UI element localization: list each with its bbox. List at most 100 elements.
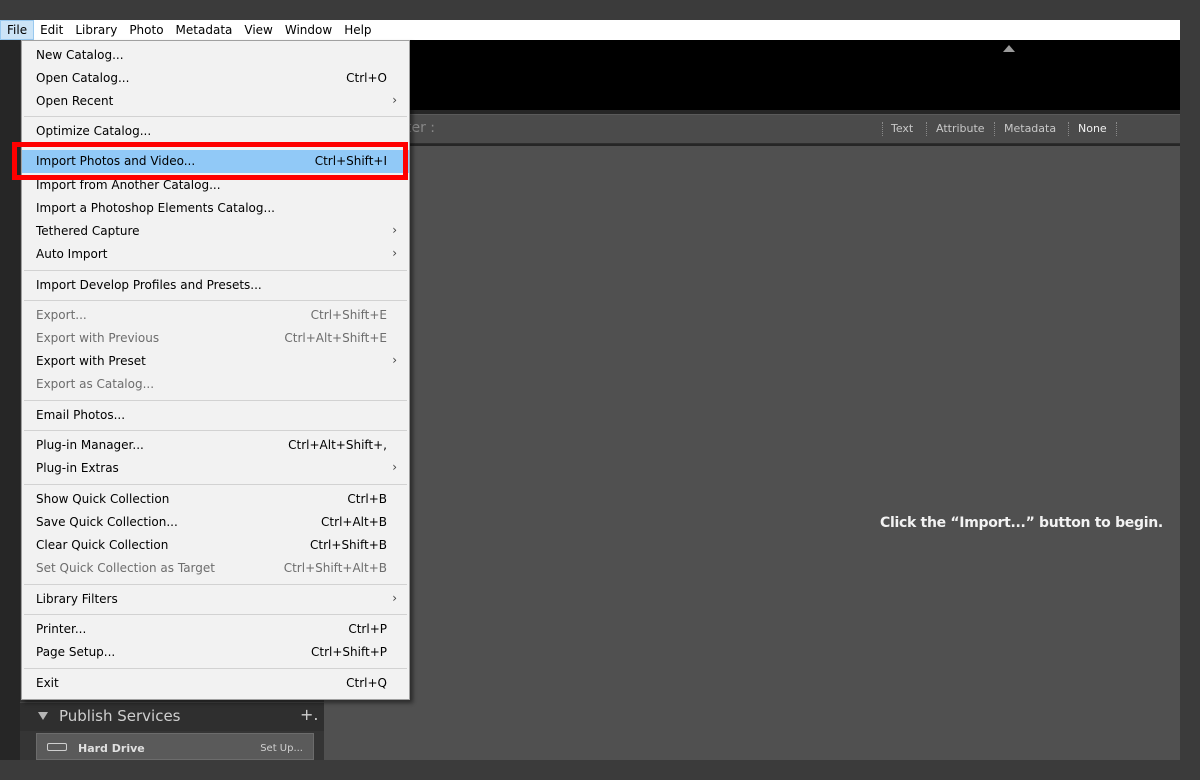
menu-item-label: Export with Previous xyxy=(36,331,160,345)
filter-attribute[interactable]: Attribute xyxy=(936,122,985,135)
menu-item-label: Open Catalog... xyxy=(36,71,130,85)
hard-drive-label: Hard Drive xyxy=(78,742,145,755)
menu-item-shortcut: Ctrl+Alt+B xyxy=(321,515,387,529)
menu-item-shortcut: Ctrl+B xyxy=(347,492,387,506)
menu-metadata[interactable]: Metadata xyxy=(170,20,239,40)
menu-item-optimize-catalog[interactable]: Optimize Catalog... xyxy=(22,120,409,143)
filter-separator xyxy=(882,122,884,136)
menu-item-plugin-manager[interactable]: Plug-in Manager... Ctrl+Alt+Shift+, xyxy=(22,434,409,457)
menu-item-label: Tethered Capture xyxy=(36,224,140,238)
menu-library[interactable]: Library xyxy=(69,20,123,40)
menu-item-shortcut: Ctrl+Alt+Shift+, xyxy=(288,438,387,452)
menu-window[interactable]: Window xyxy=(279,20,338,40)
menu-item-email-photos[interactable]: Email Photos... xyxy=(22,404,409,427)
menu-item-shortcut: Ctrl+Alt+Shift+E xyxy=(284,331,387,345)
panel-collapse-icon[interactable] xyxy=(1003,45,1015,52)
menu-item-label: Clear Quick Collection xyxy=(36,538,169,552)
menu-item-library-filters[interactable]: Library Filters › xyxy=(22,588,409,611)
menu-file[interactable]: File xyxy=(0,20,35,40)
menu-item-label: Printer... xyxy=(36,622,87,636)
highlight-annotation-box xyxy=(12,142,408,180)
menu-item-label: Email Photos... xyxy=(36,408,126,422)
menu-item-label: Save Quick Collection... xyxy=(36,515,178,529)
publish-services-title: Publish Services xyxy=(59,707,181,725)
menu-item-clear-quick-collection[interactable]: Clear Quick Collection Ctrl+Shift+B xyxy=(22,534,409,557)
menu-item-label: Optimize Catalog... xyxy=(36,124,152,138)
filter-separator xyxy=(1068,122,1070,136)
menu-item-shortcut: Ctrl+O xyxy=(346,71,387,85)
submenu-arrow-icon: › xyxy=(392,246,397,260)
menu-item-label: Export as Catalog... xyxy=(36,377,155,391)
menu-view[interactable]: View xyxy=(238,20,278,40)
submenu-arrow-icon: › xyxy=(392,353,397,367)
menu-separator xyxy=(24,300,407,301)
menu-separator xyxy=(24,270,407,271)
menu-item-import-develop-profiles[interactable]: Import Develop Profiles and Presets... xyxy=(22,274,409,297)
menu-item-shortcut: Ctrl+Shift+E xyxy=(310,308,387,322)
menu-separator xyxy=(24,484,407,485)
menu-item-shortcut: Ctrl+Shift+P xyxy=(311,645,387,659)
menu-help[interactable]: Help xyxy=(338,20,377,40)
menu-separator xyxy=(24,430,407,431)
menu-item-export: Export... Ctrl+Shift+E xyxy=(22,304,409,327)
menu-separator xyxy=(24,116,407,117)
collapse-triangle-icon[interactable] xyxy=(38,712,48,720)
publish-hard-drive[interactable]: Hard Drive Set Up... xyxy=(36,733,314,760)
menu-photo[interactable]: Photo xyxy=(123,20,169,40)
menu-item-label: New Catalog... xyxy=(36,48,124,62)
hard-drive-setup-button[interactable]: Set Up... xyxy=(260,743,303,754)
menu-item-new-catalog[interactable]: New Catalog... xyxy=(22,44,409,67)
filter-label: ter : xyxy=(406,120,436,136)
submenu-arrow-icon: › xyxy=(392,460,397,474)
menu-item-tethered-capture[interactable]: Tethered Capture › xyxy=(22,220,409,243)
menu-item-shortcut: Ctrl+Q xyxy=(346,676,387,690)
submenu-arrow-icon: › xyxy=(392,223,397,237)
filter-metadata[interactable]: Metadata xyxy=(1004,122,1056,135)
menu-item-import-photoshop-elements-catalog[interactable]: Import a Photoshop Elements Catalog... xyxy=(22,197,409,220)
submenu-arrow-icon: › xyxy=(392,591,397,605)
menu-item-label: Open Recent xyxy=(36,94,114,108)
menu-item-open-catalog[interactable]: Open Catalog... Ctrl+O xyxy=(22,67,409,90)
top-panel xyxy=(324,40,1180,110)
add-publish-service-icon[interactable]: +. xyxy=(300,705,319,724)
menu-item-export-with-previous: Export with Previous Ctrl+Alt+Shift+E xyxy=(22,327,409,350)
menu-item-shortcut: Ctrl+Shift+Alt+B xyxy=(283,561,387,575)
filter-text[interactable]: Text xyxy=(891,122,913,135)
menu-item-page-setup[interactable]: Page Setup... Ctrl+Shift+P xyxy=(22,641,409,664)
menu-item-exit[interactable]: Exit Ctrl+Q xyxy=(22,672,409,695)
menu-separator xyxy=(24,584,407,585)
menu-item-label: Plug-in Manager... xyxy=(36,438,144,452)
menu-item-plugin-extras[interactable]: Plug-in Extras › xyxy=(22,457,409,480)
empty-grid-message: Click the “Import...” button to begin. xyxy=(880,515,1163,531)
menu-edit[interactable]: Edit xyxy=(34,20,69,40)
menu-item-label: Import Develop Profiles and Presets... xyxy=(36,278,262,292)
filter-separator xyxy=(994,122,996,136)
menu-item-save-quick-collection[interactable]: Save Quick Collection... Ctrl+Alt+B xyxy=(22,511,409,534)
filter-none[interactable]: None xyxy=(1078,122,1107,135)
menu-item-label: Plug-in Extras xyxy=(36,461,119,475)
filter-separator xyxy=(1116,122,1118,136)
menu-separator xyxy=(24,614,407,615)
menu-separator xyxy=(24,668,407,669)
menu-item-label: Auto Import xyxy=(36,247,108,261)
menu-item-printer[interactable]: Printer... Ctrl+P xyxy=(22,618,409,641)
filter-separator xyxy=(926,122,928,136)
menu-item-open-recent[interactable]: Open Recent › xyxy=(22,90,409,113)
menu-bar: File Edit Library Photo Metadata View Wi… xyxy=(0,20,1180,40)
menu-item-label: Import from Another Catalog... xyxy=(36,178,221,192)
menu-item-export-as-catalog: Export as Catalog... xyxy=(22,373,409,396)
menu-item-shortcut: Ctrl+P xyxy=(348,622,387,636)
menu-item-label: Page Setup... xyxy=(36,645,116,659)
menu-item-label: Library Filters xyxy=(36,592,118,606)
menu-item-show-quick-collection[interactable]: Show Quick Collection Ctrl+B xyxy=(22,488,409,511)
hard-drive-icon xyxy=(47,743,67,751)
file-menu-dropdown: New Catalog... Open Catalog... Ctrl+O Op… xyxy=(21,40,410,700)
menu-item-label: Exit xyxy=(36,676,59,690)
menu-item-shortcut: Ctrl+Shift+B xyxy=(310,538,387,552)
menu-item-label: Set Quick Collection as Target xyxy=(36,561,215,575)
menu-item-label: Export... xyxy=(36,308,87,322)
menu-item-auto-import[interactable]: Auto Import › xyxy=(22,243,409,266)
menu-item-export-with-preset[interactable]: Export with Preset › xyxy=(22,350,409,373)
library-filter-bar: ter : Text Attribute Metadata None xyxy=(324,114,1180,144)
grid-view xyxy=(324,146,1180,760)
